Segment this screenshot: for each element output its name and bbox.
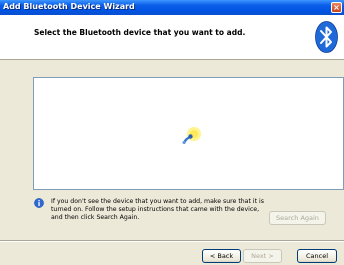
- cancel-button[interactable]: Cancel: [297, 249, 337, 263]
- wizard-window: Add Bluetooth Device Wizard × Select the…: [0, 0, 344, 265]
- cancel-button-label: Cancel: [305, 252, 329, 260]
- back-button[interactable]: < Back: [202, 249, 241, 263]
- info-message: If you don't see the device that you wan…: [51, 198, 264, 221]
- close-icon: ×: [333, 3, 340, 12]
- searching-animation-icon: [182, 127, 201, 144]
- info-icon: [34, 198, 44, 208]
- back-button-label: < Back: [209, 252, 234, 260]
- next-button[interactable]: Next >: [243, 249, 282, 263]
- footer-divider: [0, 240, 344, 242]
- device-list[interactable]: [33, 77, 344, 190]
- close-button[interactable]: ×: [331, 2, 342, 13]
- title-bar[interactable]: Add Bluetooth Device Wizard ×: [0, 0, 344, 15]
- window-title: Add Bluetooth Device Wizard: [3, 2, 135, 11]
- next-button-label: Next >: [251, 252, 274, 260]
- search-again-button[interactable]: Search Again: [269, 211, 326, 225]
- page-heading: Select the Bluetooth device that you wan…: [34, 28, 246, 37]
- wizard-header: Select the Bluetooth device that you wan…: [0, 15, 344, 60]
- bluetooth-icon: [315, 21, 338, 53]
